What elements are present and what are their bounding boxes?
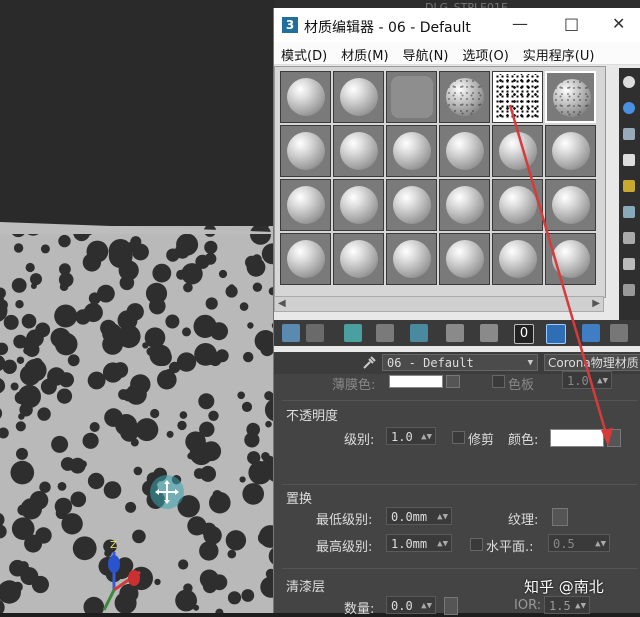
arrow-line [508, 104, 610, 441]
annotation-arrow [508, 104, 613, 446]
watermark: 知乎 @南北 [524, 578, 604, 596]
arrow-head [601, 428, 613, 446]
